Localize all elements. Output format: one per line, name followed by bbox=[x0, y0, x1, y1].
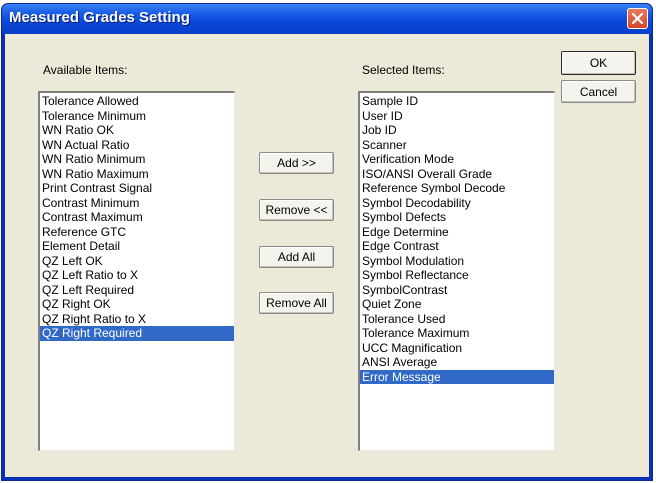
available-items-list[interactable]: Tolerance Allowed Tolerance Minimum WN Rat… bbox=[38, 91, 235, 451]
list-item[interactable]: Scanner bbox=[360, 138, 554, 153]
list-item[interactable]: Symbol Modulation bbox=[360, 254, 554, 269]
list-item[interactable]: Sample ID bbox=[360, 94, 554, 109]
add-all-button[interactable]: Add All bbox=[259, 246, 334, 268]
list-item[interactable]: QZ Left Required bbox=[40, 283, 234, 298]
list-item[interactable]: Verification Mode bbox=[360, 152, 554, 167]
list-item[interactable]: QZ Right Required bbox=[40, 326, 234, 341]
list-item[interactable]: Tolerance Minimum bbox=[40, 109, 234, 124]
list-item[interactable]: Job ID bbox=[360, 123, 554, 138]
ok-button[interactable]: OK bbox=[561, 51, 636, 75]
window-title: Measured Grades Setting bbox=[9, 9, 190, 26]
list-item[interactable]: SymbolContrast bbox=[360, 283, 554, 298]
list-item[interactable]: Quiet Zone bbox=[360, 297, 554, 312]
list-item[interactable]: Tolerance Used bbox=[360, 312, 554, 327]
list-item[interactable]: Edge Determine bbox=[360, 225, 554, 240]
available-items-label: Available Items: bbox=[43, 63, 128, 77]
dialog-window: Measured Grades Setting Available Items:… bbox=[1, 3, 653, 481]
list-item[interactable]: Tolerance Maximum bbox=[360, 326, 554, 341]
dialog-client-area: Available Items: Selected Items: Toleran… bbox=[5, 34, 649, 477]
list-item[interactable]: Symbol Reflectance bbox=[360, 268, 554, 283]
list-item[interactable]: Print Contrast Signal bbox=[40, 181, 234, 196]
list-item[interactable]: Symbol Defects bbox=[360, 210, 554, 225]
remove-button[interactable]: Remove << bbox=[259, 199, 334, 221]
close-button[interactable] bbox=[627, 8, 648, 29]
title-bar[interactable]: Measured Grades Setting bbox=[2, 4, 652, 34]
list-item[interactable]: WN Actual Ratio bbox=[40, 138, 234, 153]
list-item[interactable]: Reference GTC bbox=[40, 225, 234, 240]
list-item[interactable]: Symbol Decodability bbox=[360, 196, 554, 211]
close-icon bbox=[632, 13, 643, 24]
list-item[interactable]: QZ Left OK bbox=[40, 254, 234, 269]
list-item[interactable]: Element Detail bbox=[40, 239, 234, 254]
list-item[interactable]: WN Ratio Minimum bbox=[40, 152, 234, 167]
list-item[interactable]: Contrast Minimum bbox=[40, 196, 234, 211]
list-item[interactable]: WN Ratio Maximum bbox=[40, 167, 234, 182]
add-button[interactable]: Add >> bbox=[259, 152, 334, 174]
list-item[interactable]: Error Message bbox=[360, 369, 554, 384]
list-item[interactable]: Tolerance Allowed bbox=[40, 94, 234, 109]
list-item[interactable]: QZ Right Ratio to X bbox=[40, 312, 234, 327]
list-item[interactable]: QZ Left Ratio to X bbox=[40, 268, 234, 283]
list-item[interactable]: User ID bbox=[360, 109, 554, 124]
list-item[interactable]: Reference Symbol Decode bbox=[360, 181, 554, 196]
selected-items-list[interactable]: Sample ID User ID Job ID Scanner Verificatio… bbox=[358, 91, 555, 451]
list-item[interactable]: ISO/ANSI Overall Grade bbox=[360, 167, 554, 182]
list-item[interactable]: WN Ratio OK bbox=[40, 123, 234, 138]
list-item[interactable]: Edge Contrast bbox=[360, 239, 554, 254]
selected-items-label: Selected Items: bbox=[362, 63, 445, 77]
list-item[interactable]: Contrast Maximum bbox=[40, 210, 234, 225]
list-item[interactable]: ANSI Average bbox=[360, 355, 554, 370]
cancel-button[interactable]: Cancel bbox=[561, 80, 636, 103]
list-item[interactable]: QZ Right OK bbox=[40, 297, 234, 312]
remove-all-button[interactable]: Remove All bbox=[259, 292, 334, 314]
list-item[interactable]: UCC Magnification bbox=[360, 341, 554, 356]
